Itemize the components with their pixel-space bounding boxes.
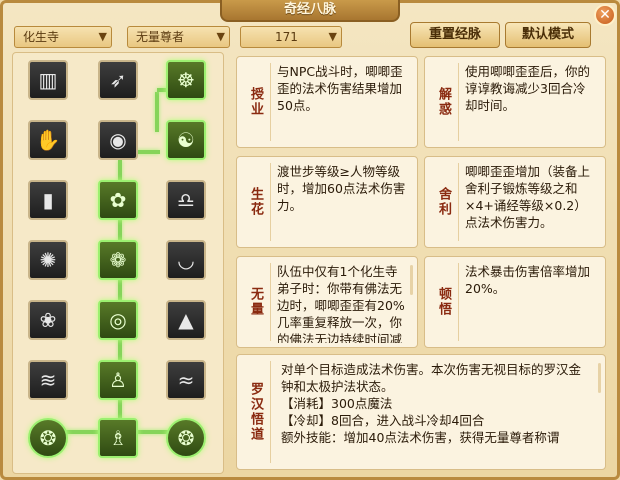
meditating-monk-icon[interactable]: ☸ [166, 60, 206, 100]
skill-detail-label: 罗汉悟道 [241, 361, 271, 463]
zen-bowl-icon[interactable]: ◡ [166, 240, 206, 280]
effect-card-text: 唧唧歪歪增加（装备上舍利子锻炼等级之和×4+诵经等级×0.2）点法术伤害力。 [465, 164, 591, 230]
seated-arhat-icon[interactable]: ♙ [98, 360, 138, 400]
stupa-icon[interactable]: ▲ [166, 300, 206, 340]
effect-card: 无量 队伍中仅有1个化生寺弟子时：你带有佛法无边时，唧唧歪歪有20%几率重复释放一… [236, 256, 418, 348]
sect-dropdown-value: 化生寺 [23, 30, 60, 44]
effect-card-label: 授业 [241, 63, 271, 141]
lotus-icon[interactable]: ❀ [28, 300, 68, 340]
lotus-flower-icon[interactable]: ✿ [98, 180, 138, 220]
talisman-icon[interactable]: ▮ [28, 180, 68, 220]
chevron-down-icon: ▼ [328, 30, 337, 43]
dragon-orb-icon[interactable]: ❂ [28, 418, 68, 458]
standing-monk-icon[interactable]: ♗ [98, 418, 138, 458]
effect-card-label: 舍利 [429, 163, 459, 241]
effect-card-label: 生花 [241, 163, 271, 241]
wind-swirl-icon[interactable]: ≈ [166, 360, 206, 400]
effect-card: 解惑 使用唧唧歪歪后，你的谆谆教诲减少3回合冷却时间。 [424, 56, 606, 148]
effect-card: 舍利 唧唧歪歪增加（装备上舍利子锻炼等级之和×4+诵经等级×0.2）点法术伤害力。 [424, 156, 606, 248]
school-dropdown-value: 无量尊者 [136, 30, 185, 44]
points-value: 171 [275, 30, 298, 44]
skill-detail-text: 对单个目标造成法术伤害。本次伤害无视目标的罗汉金钟和太极护法状态。 【消耗】30… [281, 361, 589, 465]
scrollbar[interactable] [410, 265, 413, 295]
dash-strike-icon[interactable]: ➶ [98, 60, 138, 100]
effect-card-text: 队伍中仅有1个化生寺弟子时：你带有佛法无边时，唧唧歪歪有20%几率重复释放一次，… [277, 264, 405, 343]
effect-card: 授业 与NPC战斗时，唧唧歪歪的法术伤害结果增加50点。 [236, 56, 418, 148]
skill-detail-line: 【冷却】8回合，进入战斗冷却4回合 [281, 413, 485, 428]
buddha-halo-icon[interactable]: ◎ [98, 300, 138, 340]
points-dropdown[interactable]: 171 ▼ [240, 26, 342, 48]
effect-card-label: 无量 [241, 263, 271, 341]
wave-robe-icon[interactable]: ≋ [28, 360, 68, 400]
skill-detail-line: 额外技能：增加40点法术伤害，获得无量尊者称谓 [281, 430, 560, 445]
effect-card-text: 渡世步等级≥人物等级时，增加60点法术伤害力。 [277, 164, 406, 213]
skill-detail-line: 对单个目标造成法术伤害。本次伤害无视目标的罗汉金钟和太极护法状态。 [281, 362, 582, 394]
skill-detail-line: 【消耗】300点魔法 [281, 396, 393, 411]
school-dropdown[interactable]: 无量尊者 ▼ [127, 26, 230, 48]
scrollbar[interactable] [598, 363, 601, 393]
eye-icon[interactable]: ◉ [98, 120, 138, 160]
dragon-orb-icon[interactable]: ❂ [166, 418, 206, 458]
effect-card-label: 解惑 [429, 63, 459, 141]
scroll-hand-icon[interactable]: ✋ [28, 120, 68, 160]
effect-card: 顿悟 法术暴击伤害倍率增加20%。 [424, 256, 606, 348]
tree-connector [155, 92, 159, 132]
sacred-seal-icon[interactable]: ✺ [28, 240, 68, 280]
window-title: 奇经八脉 [220, 0, 400, 22]
bookshelf-icon[interactable]: ▥ [28, 60, 68, 100]
chevron-down-icon: ▼ [216, 30, 225, 43]
chevron-down-icon: ▼ [98, 30, 107, 43]
praying-figure-icon[interactable]: ☯ [166, 120, 206, 160]
bell-shrine-icon[interactable]: ♎ [166, 180, 206, 220]
effect-card-text: 使用唧唧歪歪后，你的谆谆教诲减少3回合冷却时间。 [465, 64, 591, 113]
close-icon[interactable]: ✕ [594, 4, 616, 26]
effect-card: 生花 渡世步等级≥人物等级时，增加60点法术伤害力。 [236, 156, 418, 248]
effect-card-label: 顿悟 [429, 263, 459, 341]
effect-card-text: 与NPC战斗时，唧唧歪歪的法术伤害结果增加50点。 [277, 64, 403, 113]
effect-card-text: 法术暴击伤害倍率增加20%。 [465, 264, 591, 296]
reset-meridian-button[interactable]: 重置经脉 [410, 22, 500, 48]
default-mode-button[interactable]: 默认模式 [505, 22, 591, 48]
prayer-beads-icon[interactable]: ❁ [98, 240, 138, 280]
skill-detail-card: 罗汉悟道 对单个目标造成法术伤害。本次伤害无视目标的罗汉金钟和太极护法状态。 【… [236, 354, 606, 470]
sect-dropdown[interactable]: 化生寺 ▼ [14, 26, 112, 48]
